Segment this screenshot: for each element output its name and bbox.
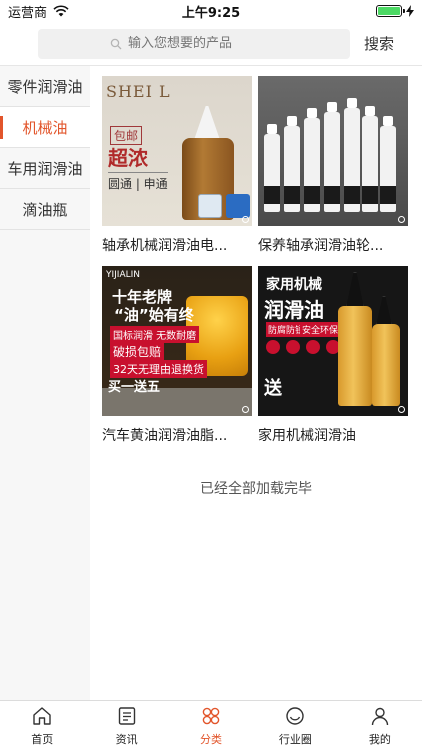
product-image[interactable]: 家用机械 润滑油 防腐防锈 安全环保 送: [258, 266, 408, 416]
status-left: 运营商: [8, 2, 69, 21]
category-sidebar: 零件润滑油 机械油 车用润滑油 滴油瓶: [0, 66, 90, 700]
lock-icon: [226, 194, 250, 218]
image-sub-text: 圆通 | 申通: [108, 172, 168, 192]
sidebar-item-machine-oil[interactable]: 机械油: [0, 107, 90, 148]
search-button[interactable]: 搜索: [364, 33, 394, 54]
tab-label: 首页: [31, 732, 54, 746]
battery-icon: [376, 5, 405, 17]
image-headline-text: “油”始有终: [114, 306, 194, 324]
fan-icon: [198, 194, 222, 218]
image-headline-text: 润滑油: [264, 298, 324, 322]
image-tag-text: 安全环保: [300, 322, 341, 337]
oil-bottle: [324, 102, 340, 212]
product-card[interactable]: 保养轴承润滑油轮...: [258, 76, 408, 266]
product-title[interactable]: 保养轴承润滑油轮...: [258, 226, 408, 266]
oil-bottle: [380, 116, 396, 212]
sidebar-item-car-lubricant[interactable]: 车用润滑油: [0, 148, 90, 189]
oil-bottle: [304, 108, 320, 212]
oil-bottle: [284, 116, 300, 212]
oil-bottle: [372, 324, 400, 406]
end-of-list-text: 已经全部加载完毕: [200, 481, 312, 497]
sidebar-item-label: 零件润滑油: [7, 77, 83, 96]
bottle-nozzle: [194, 106, 220, 140]
zoom-icon: [398, 406, 405, 413]
tab-label: 我的: [368, 732, 391, 746]
home-icon: [33, 706, 51, 725]
tab-label: 行业圈: [278, 732, 312, 746]
image-headline-text: 家用机械: [266, 277, 322, 293]
zoom-icon: [242, 406, 249, 413]
bottle-nozzle: [346, 272, 364, 308]
oil-bottle: [338, 306, 372, 406]
image-promo-text: 买一送五: [108, 380, 161, 395]
news-icon: [118, 706, 135, 725]
charging-icon: [406, 5, 414, 17]
tab-label: 分类: [200, 732, 223, 746]
product-card[interactable]: 家用机械 润滑油 防腐防锈 安全环保 送 家用机械润滑油: [258, 266, 408, 456]
circle-icon: [286, 706, 305, 725]
product-image[interactable]: SHEI L 包邮 超浓 圆通 | 申通: [102, 76, 252, 226]
product-image[interactable]: YIJIALIN 十年老牌 “油”始有终 国标润滑 无数耐磨 破损包赔 32天无…: [102, 266, 252, 416]
image-promo-text: 送: [264, 378, 282, 399]
oil-bottle: [344, 98, 360, 212]
status-bar: 运营商 上午9:25: [0, 0, 422, 22]
sidebar-item-label: 车用润滑油: [7, 159, 83, 178]
feature-icons: [266, 340, 340, 354]
image-tag-text: 国标润滑 无数耐磨: [110, 326, 200, 343]
sidebar-item-label: 机械油: [22, 118, 68, 137]
bottom-tab-bar: 首页 资讯 分类 行业圈 我的: [0, 700, 422, 750]
sidebar-item-oil-bottle[interactable]: 滴油瓶: [0, 189, 90, 230]
product-grid: SHEI L 包邮 超浓 圆通 | 申通 轴承机械润滑油电... 保养轴承润滑油…: [102, 76, 408, 456]
sidebar-item-label: 滴油瓶: [22, 200, 68, 219]
search-bar[interactable]: [38, 28, 350, 59]
tab-news[interactable]: 资讯: [84, 701, 168, 750]
product-title[interactable]: 家用机械润滑油: [258, 416, 408, 456]
zoom-icon: [242, 216, 249, 223]
search-icon: [110, 38, 122, 49]
status-right: [376, 5, 414, 17]
sidebar-item-parts-lubricant[interactable]: 零件润滑油: [0, 66, 90, 107]
oil-bottle: [362, 106, 378, 212]
user-icon: [371, 707, 389, 725]
wifi-icon: [53, 5, 69, 17]
search-input[interactable]: [128, 36, 278, 51]
tab-category[interactable]: 分类: [169, 701, 253, 750]
product-list: SHEI L 包邮 超浓 圆通 | 申通 轴承机械润滑油电... 保养轴承润滑油…: [90, 66, 422, 700]
tab-label: 资讯: [115, 732, 138, 746]
image-brand-text: YIJIALIN: [106, 270, 141, 280]
product-title[interactable]: 汽车黄油润滑油脂...: [102, 416, 252, 456]
product-image[interactable]: [258, 76, 408, 226]
image-brand-text: SHEI L: [106, 82, 171, 101]
tab-home[interactable]: 首页: [0, 701, 84, 750]
tab-mine[interactable]: 我的: [338, 701, 422, 750]
product-card[interactable]: YIJIALIN 十年老牌 “油”始有终 国标润滑 无数耐磨 破损包赔 32天无…: [102, 266, 252, 456]
tab-industry-circle[interactable]: 行业圈: [253, 701, 337, 750]
product-title[interactable]: 轴承机械润滑油电...: [102, 226, 252, 266]
zoom-icon: [398, 216, 405, 223]
carrier-label: 运营商: [8, 5, 48, 21]
image-headline-text: 超浓: [108, 146, 148, 170]
category-icon: [202, 707, 220, 724]
bottle-nozzle: [376, 296, 392, 326]
oil-bottle: [264, 124, 280, 212]
image-tag-text: 破损包赔: [110, 342, 165, 361]
product-card[interactable]: SHEI L 包邮 超浓 圆通 | 申通 轴承机械润滑油电...: [102, 76, 252, 266]
search-header: 搜索: [0, 22, 422, 66]
